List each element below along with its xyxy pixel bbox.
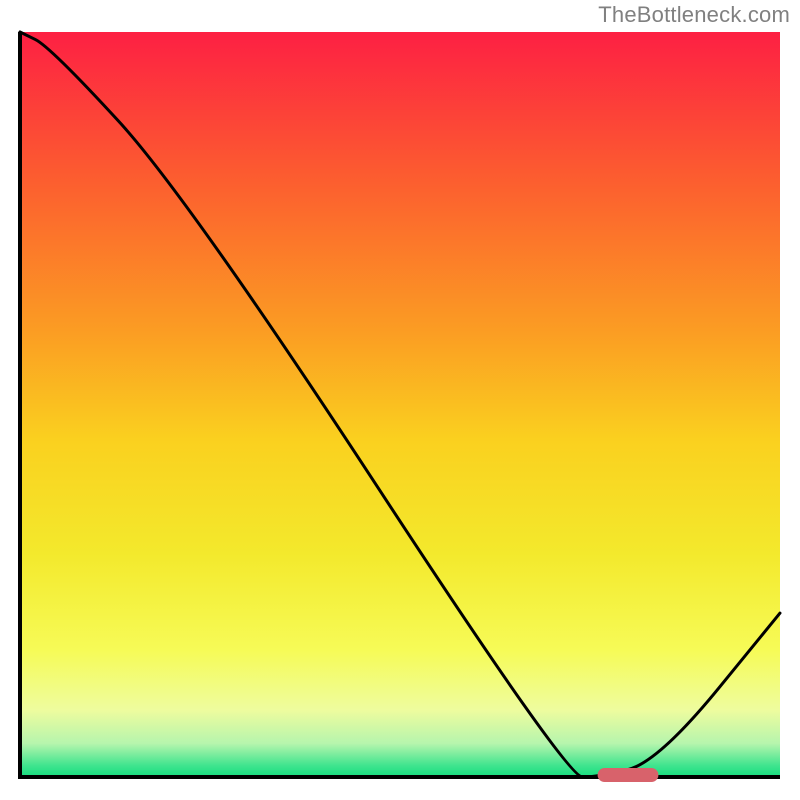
- watermark-text: TheBottleneck.com: [598, 2, 790, 28]
- gradient-background: [20, 32, 780, 777]
- chart-canvas: [0, 0, 800, 800]
- optimal-range-marker: [598, 768, 659, 782]
- bottleneck-chart: [0, 0, 800, 800]
